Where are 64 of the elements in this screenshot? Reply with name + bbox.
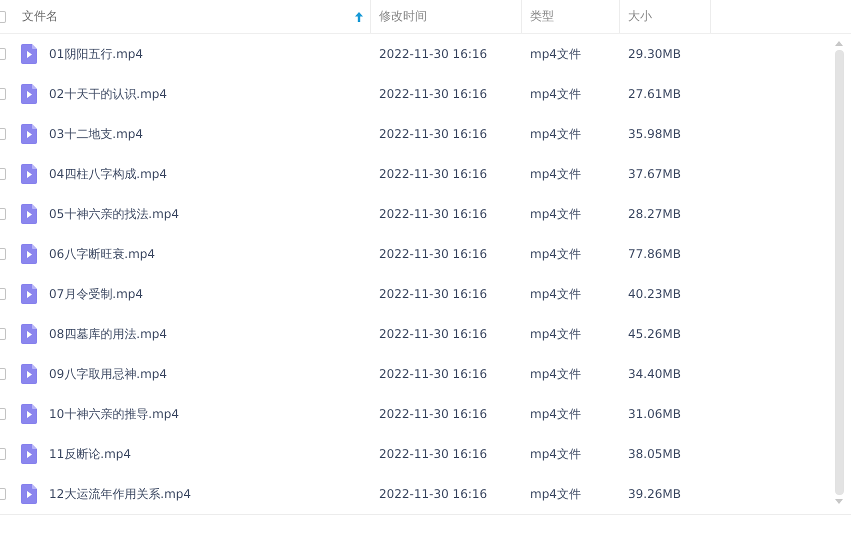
table-cell: mp4文件 [530,286,581,302]
table-cell: mp4文件 [530,46,581,62]
file-name[interactable]: 02十天干的认识.mp4 [49,86,168,102]
table-cell: mp4文件 [530,406,581,422]
video-file-icon [21,204,37,224]
table-cell: 28.27MB [628,207,681,221]
file-name[interactable]: 10十神六亲的推导.mp4 [49,406,180,422]
file-name[interactable]: 06八字断旺衰.mp4 [49,246,156,262]
table-cell: 77.86MB [628,247,681,261]
table-cell: 34.40MB [628,367,681,381]
table-cell: 38.05MB [628,447,681,461]
file-name[interactable]: 08四墓库的用法.mp4 [49,326,168,342]
video-file-icon [21,124,37,144]
table-cell: mp4文件 [530,126,581,142]
scroll-up-icon[interactable] [835,41,843,46]
table-cell: 45.26MB [628,327,681,341]
file-name[interactable]: 05十神六亲的找法.mp4 [49,206,180,222]
table-cell: 2022-11-30 16:16 [379,367,488,381]
video-file-icon [21,364,37,384]
video-file-icon [21,484,37,504]
table-cell: 2022-11-30 16:16 [379,87,488,101]
file-name[interactable]: 04四柱八字构成.mp4 [49,166,168,182]
table-cell: 2022-11-30 16:16 [379,287,488,301]
table-cell: 35.98MB [628,127,681,141]
table-cell: 40.23MB [628,287,681,301]
table-cell: mp4文件 [530,446,581,462]
table-cell: 39.26MB [628,487,681,501]
video-file-icon [21,324,37,344]
column-header[interactable]: 文件名 [22,8,355,25]
video-file-icon [21,164,37,184]
table-cell: 2022-11-30 16:16 [379,327,488,341]
file-name[interactable]: 12大运流年作用关系.mp4 [49,486,192,502]
table-cell: 29.30MB [628,47,681,61]
table-cell: 27.61MB [628,87,681,101]
video-file-icon [21,84,37,104]
table-cell: 2022-11-30 16:16 [379,47,488,61]
file-name[interactable]: 11反断论.mp4 [49,446,132,462]
table-cell: mp4文件 [530,86,581,102]
table-cell: mp4文件 [530,486,581,502]
table-cell: mp4文件 [530,246,581,262]
table-cell: 2022-11-30 16:16 [379,127,488,141]
scrollbar-thumb[interactable] [834,50,844,495]
table-cell: 2022-11-30 16:16 [379,247,488,261]
table-cell: 2022-11-30 16:16 [379,207,488,221]
table-cell: 2022-11-30 16:16 [379,167,488,181]
video-file-icon [21,404,37,424]
table-cell: 31.06MB [628,407,681,421]
video-file-icon [21,284,37,304]
table-cell: mp4文件 [530,366,581,382]
table-cell: 2022-11-30 16:16 [379,407,488,421]
file-name[interactable]: 03十二地支.mp4 [49,126,144,142]
table-cell: mp4文件 [530,166,581,182]
video-file-icon [21,44,37,64]
scroll-down-icon[interactable] [835,499,843,504]
table-cell: mp4文件 [530,326,581,342]
table-cell: mp4文件 [530,206,581,222]
file-name[interactable]: 09八字取用忌神.mp4 [49,366,168,382]
table-cell: 2022-11-30 16:16 [379,487,488,501]
video-file-icon [21,444,37,464]
table-cell: 2022-11-30 16:16 [379,447,488,461]
video-file-icon [21,244,37,264]
file-name[interactable]: 01阴阳五行.mp4 [49,46,144,62]
table-cell: 37.67MB [628,167,681,181]
file-name[interactable]: 07月令受制.mp4 [49,286,144,302]
